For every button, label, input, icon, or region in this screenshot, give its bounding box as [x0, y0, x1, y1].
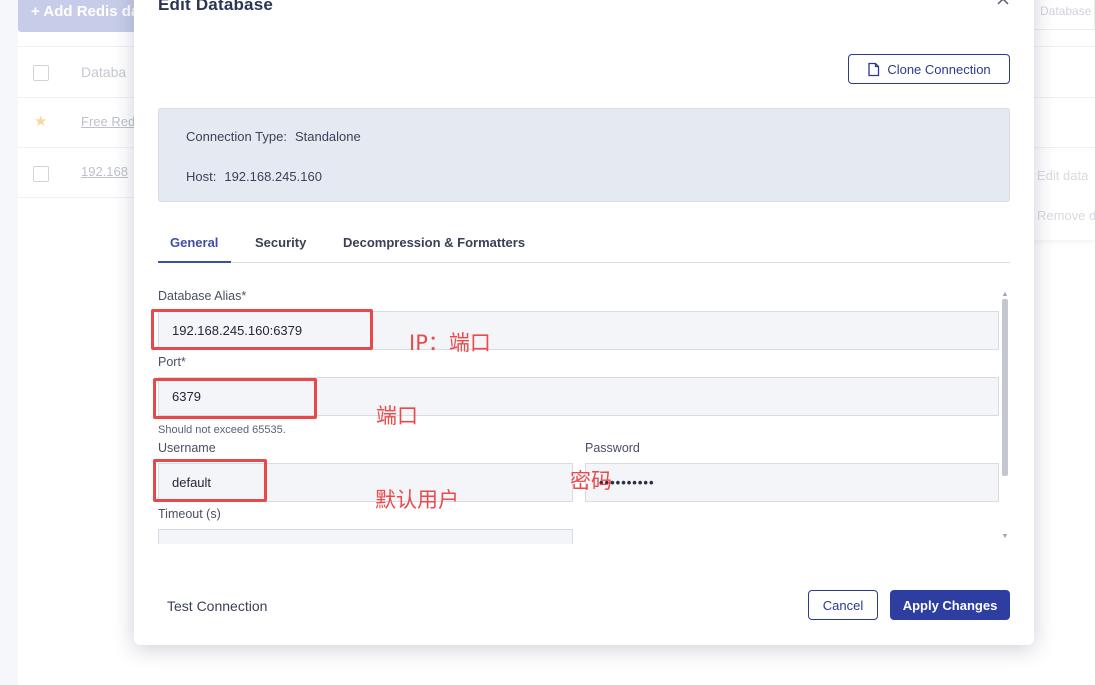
- connection-type-value: Standalone: [294, 129, 361, 144]
- connection-type-line: Connection Type: Standalone: [186, 129, 361, 144]
- clone-connection-label: Clone Connection: [887, 61, 991, 77]
- clone-connection-button[interactable]: Clone Connection: [848, 54, 1010, 84]
- copy-icon: [868, 62, 880, 76]
- connection-type-label: Connection Type:: [186, 129, 287, 144]
- settings-tabs: General Security Decompression & Formatt…: [158, 228, 1010, 263]
- apply-changes-button[interactable]: Apply Changes: [890, 590, 1010, 620]
- username-input[interactable]: default: [158, 463, 573, 502]
- username-label: Username: [158, 441, 216, 455]
- port-hint: Should not exceed 65535.: [158, 424, 286, 436]
- database-alias-label: Database Alias*: [158, 289, 247, 303]
- tab-security[interactable]: Security: [255, 235, 306, 250]
- close-icon[interactable]: [996, 0, 1016, 12]
- edit-database-modal: Edit Database Clone Connection Connectio…: [134, 0, 1034, 645]
- tab-decompression-formatters[interactable]: Decompression & Formatters: [343, 235, 525, 250]
- scroll-up-arrow-icon[interactable]: ▲: [1001, 291, 1009, 298]
- form-scrollbar[interactable]: ▲ ▼: [1001, 291, 1009, 540]
- database-alias-input[interactable]: 192.168.245.160:6379: [158, 311, 999, 350]
- modal-title: Edit Database: [158, 0, 274, 14]
- cancel-button[interactable]: Cancel: [808, 590, 878, 620]
- host-value: 192.168.245.160: [224, 169, 322, 184]
- general-settings-form: Database Alias* 192.168.245.160:6379 Por…: [158, 286, 1010, 544]
- host-label: Host:: [186, 169, 217, 184]
- test-connection-button[interactable]: Test Connection: [167, 598, 267, 614]
- scroll-down-arrow-icon[interactable]: ▼: [1001, 533, 1009, 540]
- timeout-label: Timeout (s): [158, 507, 221, 521]
- scroll-thumb[interactable]: [1002, 299, 1008, 476]
- connection-info-panel: Connection Type: Standalone Host: 192.168.…: [158, 108, 1010, 202]
- active-tab-indicator: [158, 261, 231, 263]
- timeout-input[interactable]: [158, 529, 573, 544]
- password-input[interactable]: ••••••••••: [585, 463, 999, 502]
- tab-general[interactable]: General: [170, 235, 218, 250]
- port-input[interactable]: 6379: [158, 377, 999, 416]
- port-label: Port*: [158, 355, 186, 369]
- host-line: Host: 192.168.245.160: [186, 169, 322, 184]
- password-label: Password: [585, 441, 640, 455]
